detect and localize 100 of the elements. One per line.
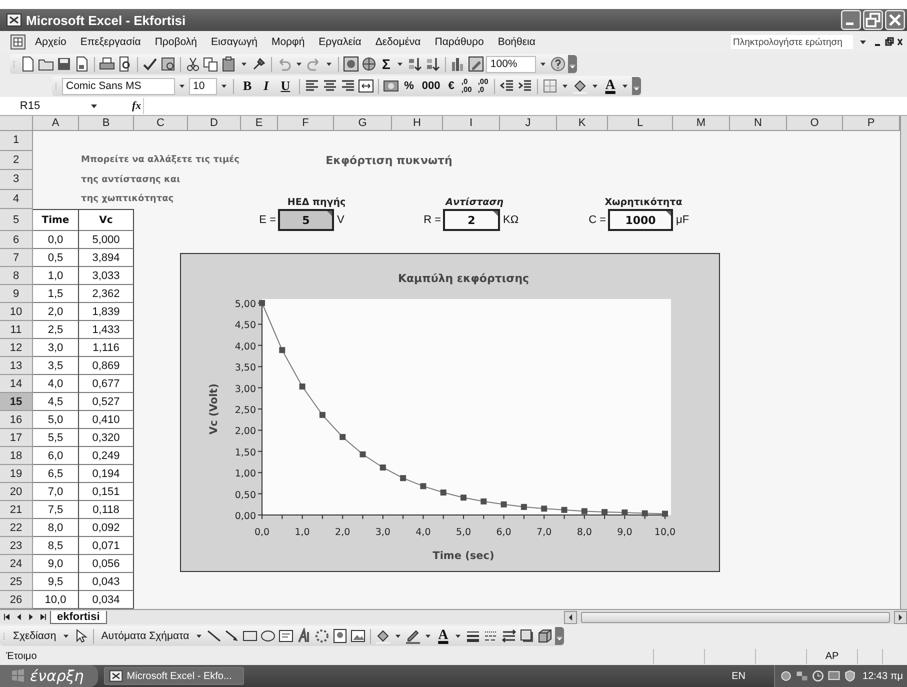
column-header[interactable]: N <box>730 116 787 131</box>
shield-icon[interactable] <box>842 669 857 683</box>
sort-icon[interactable] <box>425 56 442 72</box>
taskbar-button[interactable]: Microsoft Excel - Ekfo... <box>104 667 244 685</box>
row-header[interactable]: 14 <box>0 375 33 393</box>
scroll-right-icon[interactable] <box>894 610 907 624</box>
column-header[interactable]: I <box>443 116 500 131</box>
align-right-icon[interactable] <box>340 78 356 94</box>
vertical-scrollbar[interactable] <box>900 116 907 609</box>
copy-icon[interactable] <box>203 56 219 72</box>
row-header[interactable]: 11 <box>0 321 33 339</box>
row-header[interactable]: 16 <box>0 411 33 429</box>
menu-item[interactable]: Αρχείο <box>30 36 72 48</box>
euro-button[interactable]: € <box>445 77 458 95</box>
row-header[interactable]: 13 <box>0 357 33 375</box>
row-header[interactable]: 20 <box>0 483 33 501</box>
checkmark-icon[interactable] <box>142 56 158 72</box>
toolbar-options-icon[interactable] <box>568 55 578 73</box>
line-color-icon[interactable] <box>405 628 422 644</box>
row-header[interactable]: 2 <box>0 150 33 170</box>
row-header[interactable]: 15 <box>0 393 33 411</box>
column-header[interactable]: C <box>134 116 188 131</box>
function-button[interactable]: fx <box>130 100 144 112</box>
toolbar-options-icon[interactable] <box>555 627 564 645</box>
monitor-icon[interactable] <box>826 669 841 683</box>
autosum-button[interactable]: Σ <box>379 55 394 73</box>
input-cell[interactable]: 1000 <box>608 209 673 231</box>
picture-icon[interactable] <box>350 628 366 644</box>
row-header[interactable]: 1 <box>0 131 33 150</box>
document-window-controls[interactable] <box>873 36 903 48</box>
column-header[interactable]: A <box>33 116 79 131</box>
column-header[interactable]: D <box>188 116 241 131</box>
font-dropdown[interactable]: Comic Sans MS <box>62 78 175 94</box>
bold-button[interactable]: B <box>238 77 257 95</box>
scissors-icon[interactable] <box>185 56 201 72</box>
help-icon[interactable] <box>550 56 566 72</box>
row-header[interactable]: 24 <box>0 555 33 573</box>
spreadsheet-icon[interactable] <box>10 34 26 50</box>
menu-item[interactable]: Εισαγωγή <box>206 36 262 48</box>
row-header[interactable]: 8 <box>0 267 33 285</box>
italic-button[interactable]: I <box>258 77 274 95</box>
tray-app-icon[interactable] <box>778 669 793 683</box>
column-header[interactable]: P <box>843 116 900 131</box>
window-restore-button[interactable] <box>863 10 883 30</box>
help-search-field[interactable]: Πληκτρολογήστε ερώτηση <box>731 35 853 49</box>
menu-item[interactable]: Προβολή <box>150 36 202 48</box>
printer-icon[interactable] <box>99 56 115 72</box>
line-icon[interactable] <box>206 628 222 644</box>
column-header[interactable]: M <box>673 116 730 131</box>
row-header[interactable]: 12 <box>0 339 33 357</box>
cube-icon[interactable] <box>537 628 554 644</box>
column-header[interactable]: K <box>557 116 608 131</box>
rectangle-icon[interactable] <box>242 628 258 644</box>
input-cell[interactable]: 2 <box>443 209 500 231</box>
borders-icon[interactable] <box>542 78 558 94</box>
input-cell[interactable]: 5 <box>278 209 334 231</box>
outdent-icon[interactable] <box>499 78 516 94</box>
row-header[interactable]: 6 <box>0 231 33 249</box>
row-header[interactable]: 23 <box>0 537 33 555</box>
window-minimize-button[interactable] <box>841 10 861 30</box>
horizontal-scrollbar[interactable] <box>564 610 907 624</box>
row-header[interactable]: 7 <box>0 249 33 267</box>
row-header[interactable]: 21 <box>0 501 33 519</box>
column-header[interactable]: H <box>392 116 443 131</box>
indent-icon[interactable] <box>517 78 534 94</box>
shadow-icon[interactable] <box>519 628 536 644</box>
sort-icon[interactable] <box>407 56 424 72</box>
brush-icon[interactable] <box>251 56 267 72</box>
arrow-icon[interactable] <box>224 628 240 644</box>
window-close-button[interactable] <box>885 10 905 30</box>
menu-item[interactable]: Επεξεργασία <box>75 36 146 48</box>
network-icon[interactable] <box>794 669 809 683</box>
column-header[interactable]: E <box>241 116 278 131</box>
sheet-tab[interactable]: ekfortisi <box>50 610 107 624</box>
language-indicator[interactable]: EN <box>732 670 746 682</box>
align-left-icon[interactable] <box>304 78 320 94</box>
column-header[interactable]: F <box>278 116 334 131</box>
clipboard-icon[interactable] <box>221 56 237 72</box>
row-header[interactable]: 19 <box>0 465 33 483</box>
align-center-icon[interactable] <box>322 78 338 94</box>
row-header[interactable]: 10 <box>0 303 33 321</box>
document-icon[interactable] <box>74 56 90 72</box>
row-header[interactable]: 4 <box>0 190 33 209</box>
toolbar-options-icon[interactable] <box>632 77 642 95</box>
percent-button[interactable]: % <box>401 77 417 95</box>
start-button[interactable]: έναρξη <box>0 665 98 687</box>
thousands-button[interactable]: 000 <box>418 77 444 95</box>
menu-item[interactable]: Δεδομένα <box>370 36 426 48</box>
row-header[interactable]: 5 <box>0 209 33 231</box>
column-header[interactable]: B <box>79 116 134 131</box>
draw-menu-button[interactable]: Σχεδίαση <box>10 627 60 645</box>
row-header[interactable]: 25 <box>0 573 33 591</box>
clock-icon[interactable] <box>810 669 825 683</box>
row-header[interactable]: 17 <box>0 429 33 447</box>
fill-bucket-icon[interactable] <box>375 628 392 644</box>
menu-item[interactable]: Εργαλεία <box>314 36 366 48</box>
underline-button[interactable]: U <box>276 77 296 95</box>
oval-icon[interactable] <box>260 628 276 644</box>
merge-cells-icon[interactable] <box>358 78 374 94</box>
scrollbar-thumb[interactable] <box>581 612 890 622</box>
